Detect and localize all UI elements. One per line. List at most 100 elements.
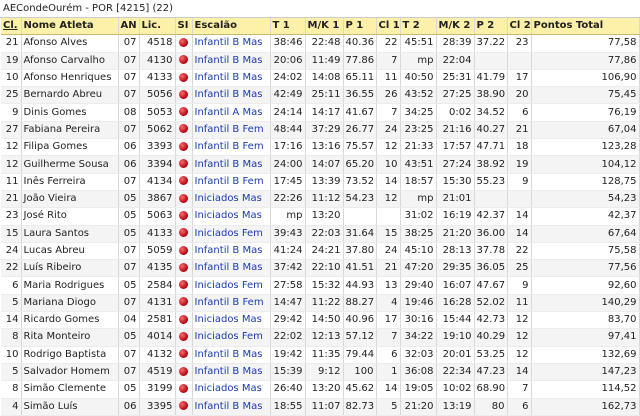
col-licenca-cell: 5053	[139, 103, 176, 122]
si-status-icon	[179, 349, 188, 359]
col-cl2-cell: 14	[507, 207, 532, 226]
col-classificacao-cell: 22	[1, 259, 22, 278]
col-escalao-cell: Iniciados Fem	[192, 328, 271, 347]
col-pontos-total-cell: 42,37	[531, 207, 640, 226]
col-cl2-cell: 6	[507, 398, 532, 416]
col-t1-cell: 42:49	[270, 86, 306, 105]
col-p2-cell: 47.67	[474, 276, 508, 295]
col-licenca-cell: 4131	[139, 294, 176, 313]
col-cl2-cell: 11	[507, 294, 532, 313]
col-p2-cell: 80	[474, 398, 508, 416]
col-cl2-cell: 14	[507, 363, 532, 382]
col-mk2-cell: 28:13	[436, 242, 475, 261]
table-row: 10 Afonso Henriques 07 4133 Infantil B Mas 24…	[1, 69, 640, 88]
col-classificacao-cell: 4	[1, 398, 22, 416]
col-mk1-cell: 11:49	[305, 52, 344, 70]
col-t2-header[interactable]: T 2	[400, 18, 437, 36]
col-mk2-cell: 27:25	[436, 86, 475, 105]
col-p2-cell: 38.90	[474, 86, 508, 105]
col-p1-cell: 45.62	[343, 380, 377, 399]
col-p1-cell: 40.96	[343, 311, 377, 330]
col-cl1-header[interactable]: Cl 1	[376, 18, 401, 36]
col-p2-cell: 38.92	[474, 155, 508, 174]
col-cl2-cell: 17	[507, 69, 532, 88]
col-classificacao-cell: 21	[1, 34, 22, 53]
col-mk1-cell: 37:29	[305, 121, 344, 140]
col-p1-cell	[343, 207, 377, 226]
col-p2-cell: 47.23	[474, 363, 508, 382]
col-nome-atleta-cell: Rita Monteiro	[21, 328, 119, 347]
col-classificacao-cell: 10	[1, 69, 22, 88]
col-licenca-cell: 4132	[139, 346, 176, 364]
col-nome-atleta-cell: Afonso Alves	[21, 34, 119, 53]
col-classificacao-cell: 24	[1, 242, 22, 261]
col-escalao-cell: Infantil B Mas	[192, 34, 271, 53]
col-licenca-cell: 3395	[139, 398, 176, 416]
col-si-header[interactable]: SI	[175, 18, 193, 36]
table-row: 15 Laura Santos 05 4133 Iniciados Fem 39:43 22…	[1, 225, 640, 243]
table-row: 8 Rita Monteiro 05 4014 Iniciados Fem 22:02 12…	[1, 328, 640, 347]
col-t1-cell: 41:24	[270, 242, 306, 261]
col-cl1-cell: 15	[376, 225, 401, 243]
col-p2-cell	[474, 52, 508, 70]
si-status-icon	[179, 107, 188, 117]
col-cl2-cell: 25	[507, 259, 532, 278]
col-p1-cell: 41.67	[343, 103, 377, 122]
col-mk1-cell: 11:35	[305, 346, 344, 364]
col-p2-cell: 55.23	[474, 173, 508, 191]
col-mk2-cell: 16:07	[436, 276, 475, 295]
col-licenca-cell: 5056	[139, 86, 176, 105]
col-licenca-header[interactable]: Lic.	[139, 18, 176, 36]
col-licenca-cell: 5063	[139, 207, 176, 226]
col-escalao-cell: Infantil A Mas	[192, 103, 271, 122]
col-mk1-cell: 24:21	[305, 242, 344, 261]
col-classificacao-cell: 12	[1, 155, 22, 174]
col-t1-header[interactable]: T 1	[270, 18, 306, 36]
col-t2-cell: 47:20	[400, 259, 437, 278]
col-p2-cell: 36.05	[474, 259, 508, 278]
col-mk2-cell: 16:19	[436, 207, 475, 226]
col-escalao-cell: Infantil B Mas	[192, 52, 271, 70]
table-row: 11 Inês Ferreira 07 4134 Infantil B Fem 17:45…	[1, 173, 640, 191]
col-t2-cell: mp	[400, 52, 437, 70]
col-t2-cell: 21:33	[400, 138, 437, 157]
col-cl2-header[interactable]: Cl 2	[507, 18, 532, 36]
col-escalao-header[interactable]: Escalão	[192, 18, 271, 36]
col-p1-cell: 100	[343, 363, 377, 382]
col-p2-header[interactable]: P 2	[474, 18, 508, 36]
col-mk1-header[interactable]: M/K 1	[305, 18, 344, 36]
col-pontos-total-cell: 97,41	[531, 328, 640, 347]
col-si-cell	[175, 225, 193, 243]
col-ano-cell: 05	[118, 276, 140, 295]
col-p2-cell	[474, 190, 508, 209]
col-pontos-total-header[interactable]: Pontos Total	[531, 18, 640, 36]
si-status-icon	[179, 262, 188, 272]
col-nome-atleta-header[interactable]: Nome Atleta	[21, 18, 119, 36]
col-ano-header[interactable]: AN	[118, 18, 140, 36]
col-ano-cell: 05	[118, 207, 140, 226]
col-mk2-cell: 21:16	[436, 121, 475, 140]
col-cl2-cell: 12	[507, 328, 532, 347]
col-mk2-cell: 20:01	[436, 346, 475, 364]
col-classificacao-header[interactable]: Cl.	[1, 18, 22, 36]
col-t2-cell: 43:52	[400, 86, 437, 105]
col-si-cell	[175, 311, 193, 330]
col-nome-atleta-cell: José Rito	[21, 207, 119, 226]
col-pontos-total-cell: 77,86	[531, 52, 640, 70]
table-row: 12 Filipa Gomes 06 3393 Infantil B Fem 17:16 1…	[1, 138, 640, 157]
col-p1-cell: 37.80	[343, 242, 377, 261]
col-licenca-cell: 4133	[139, 225, 176, 243]
col-p1-header[interactable]: P 1	[343, 18, 377, 36]
col-mk2-cell: 0:02	[436, 103, 475, 122]
col-cl1-cell: 7	[376, 52, 401, 70]
col-p1-cell: 36.55	[343, 86, 377, 105]
col-nome-atleta-cell: Bernardo Abreu	[21, 86, 119, 105]
table-row: 27 Fabiana Pereira 07 5062 Infantil B Fem 48:…	[1, 121, 640, 140]
table-row: 8 Simão Clemente 05 3199 Iniciados Mas 26:40 1…	[1, 380, 640, 399]
col-ano-cell: 07	[118, 69, 140, 88]
col-p1-cell: 77.86	[343, 52, 377, 70]
col-cl1-cell: 4	[376, 294, 401, 313]
col-mk1-cell: 11:12	[305, 190, 344, 209]
col-classificacao-cell: 10	[1, 346, 22, 364]
col-mk2-header[interactable]: M/K 2	[436, 18, 475, 36]
